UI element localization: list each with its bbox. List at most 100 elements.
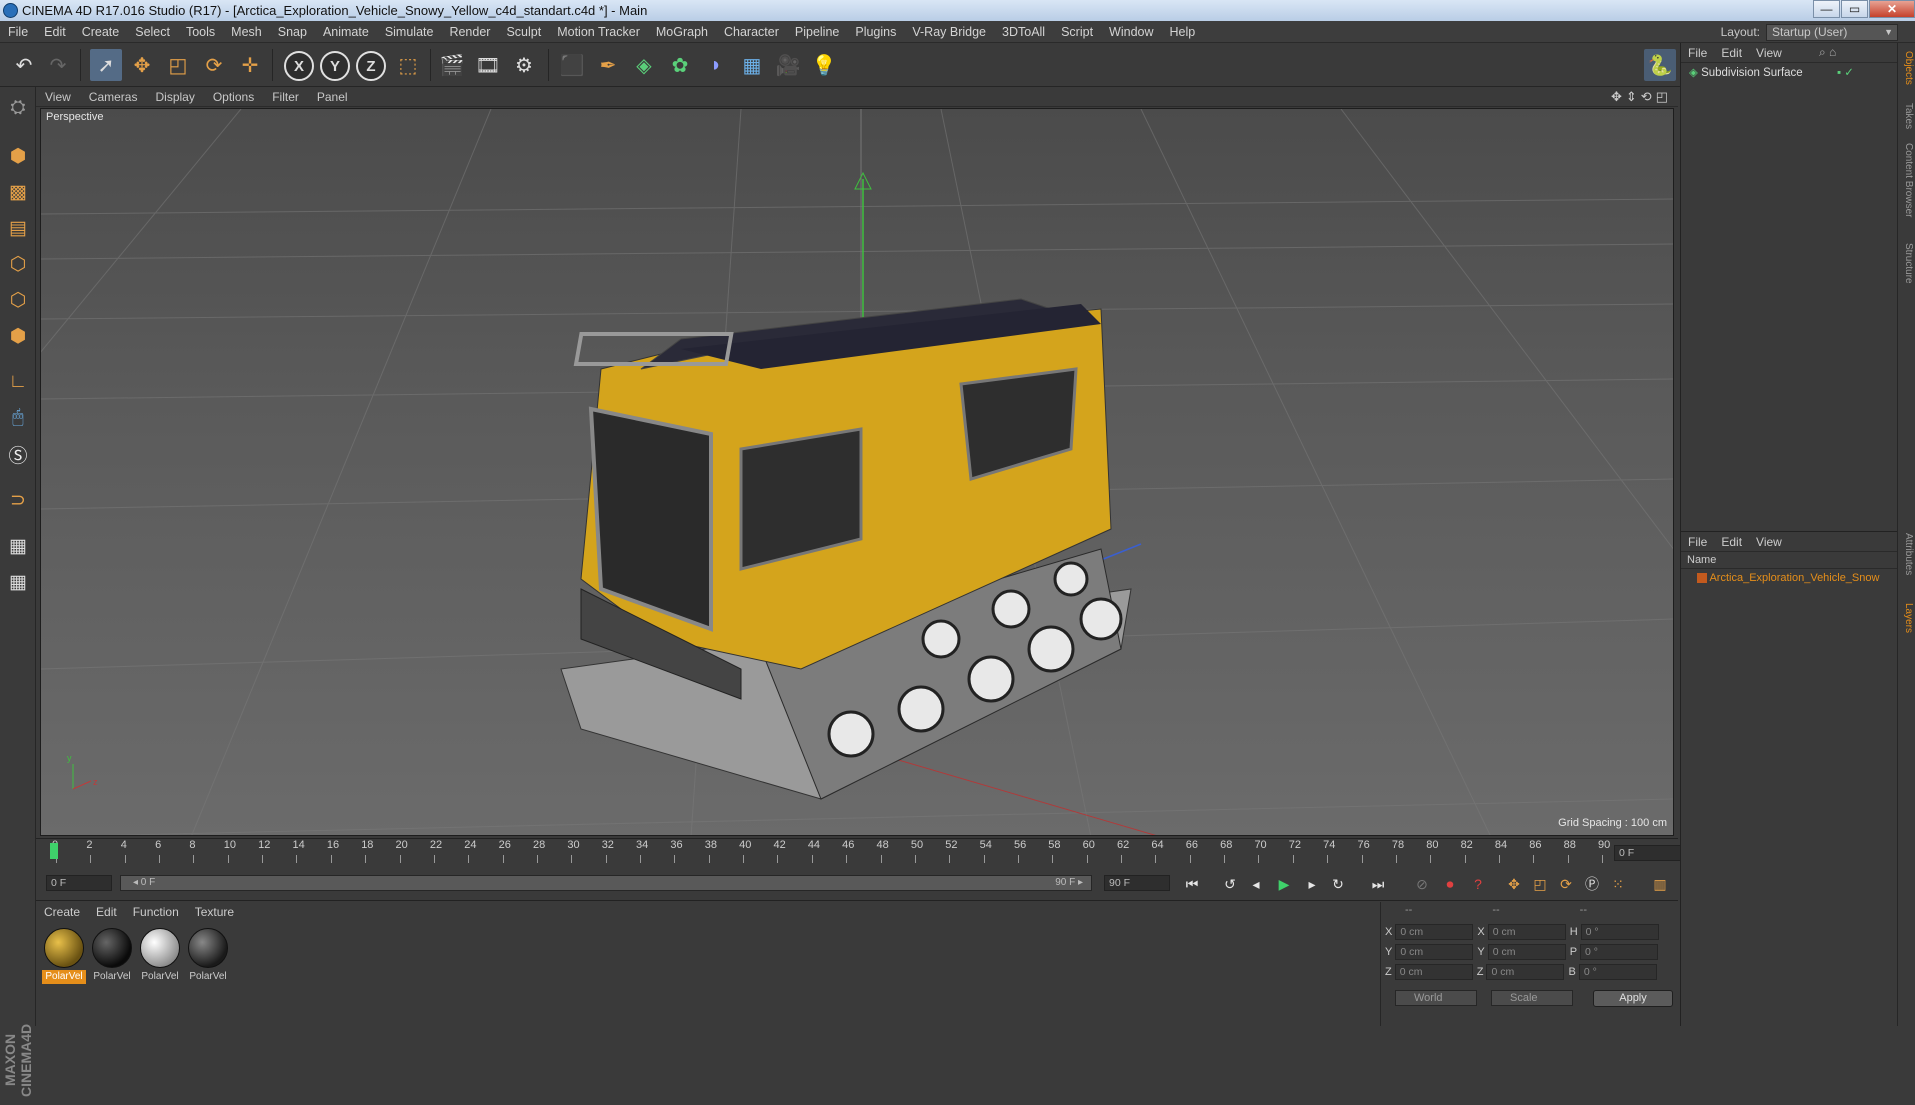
tab-takes[interactable]: Takes bbox=[1900, 103, 1914, 129]
layers-menu-file[interactable]: File bbox=[1681, 532, 1714, 552]
x-axis-lock-icon[interactable]: X bbox=[284, 51, 314, 81]
previous-frame-icon[interactable]: ◂ bbox=[1244, 874, 1268, 894]
tab-content-browser[interactable]: Content Browser bbox=[1900, 143, 1914, 217]
redo-icon[interactable]: ↷ bbox=[42, 49, 74, 81]
close-button[interactable]: ✕ bbox=[1869, 0, 1915, 18]
material-swatch[interactable]: PolarVel bbox=[90, 928, 134, 988]
material-swatch[interactable]: PolarVel bbox=[138, 928, 182, 988]
polygons-mode-icon[interactable]: ⬢ bbox=[3, 321, 33, 351]
workplane-mode-icon[interactable]: ▤ bbox=[3, 213, 33, 243]
z-axis-lock-icon[interactable]: Z bbox=[356, 51, 386, 81]
viewport-menu-filter[interactable]: Filter bbox=[263, 87, 308, 107]
key-parameter-icon[interactable]: Ⓟ bbox=[1580, 874, 1604, 894]
key-scale-icon[interactable]: ◰ bbox=[1528, 874, 1552, 894]
tab-structure[interactable]: Structure bbox=[1900, 243, 1914, 284]
viewport-menu-cameras[interactable]: Cameras bbox=[80, 87, 147, 107]
next-frame-icon[interactable]: ▸ bbox=[1300, 874, 1324, 894]
autokey-icon[interactable]: ⏺ bbox=[1438, 874, 1462, 894]
layers-menu-view[interactable]: View bbox=[1749, 532, 1789, 552]
viewport-menu-view[interactable]: View bbox=[36, 87, 80, 107]
subdivision-surface-icon[interactable]: ◈ bbox=[628, 49, 660, 81]
rotate-tool-icon[interactable]: ⟳ bbox=[198, 49, 230, 81]
menu-simulate[interactable]: Simulate bbox=[377, 21, 442, 43]
frame-range-slider[interactable]: ◂ 0 F 90 F ▸ bbox=[120, 875, 1092, 891]
goto-start-icon[interactable]: ⏮ bbox=[1180, 874, 1204, 894]
viewport-pan-icon[interactable]: ✥ bbox=[1611, 89, 1622, 105]
layout-select[interactable]: Startup (User) bbox=[1766, 23, 1898, 41]
undo-icon[interactable]: ↶ bbox=[8, 49, 40, 81]
material-menu-create[interactable]: Create bbox=[36, 902, 88, 922]
render-settings-icon[interactable]: ⚙ bbox=[508, 49, 540, 81]
keyframe-selection-icon[interactable]: ? bbox=[1466, 874, 1490, 894]
key-rotation-icon[interactable]: ⟳ bbox=[1554, 874, 1578, 894]
make-editable-icon[interactable]: ⛭ bbox=[3, 93, 33, 123]
live-selection-icon[interactable]: ➚ bbox=[90, 49, 122, 81]
position-x-field[interactable]: 0 cm bbox=[1395, 924, 1474, 940]
cube-primitive-icon[interactable]: ⬛ bbox=[556, 49, 588, 81]
rotation-p-field[interactable]: 0 ° bbox=[1580, 944, 1659, 960]
record-keys-icon[interactable]: ⊘ bbox=[1410, 874, 1434, 894]
menu-snap[interactable]: Snap bbox=[270, 21, 315, 43]
render-view-icon[interactable]: 🎬 bbox=[436, 49, 468, 81]
next-key-icon[interactable]: ↻ bbox=[1326, 874, 1350, 894]
goto-end-icon[interactable]: ⏭ bbox=[1366, 874, 1390, 894]
menu-mesh[interactable]: Mesh bbox=[223, 21, 270, 43]
play-icon[interactable]: ▶ bbox=[1272, 874, 1296, 894]
viewport-menu-display[interactable]: Display bbox=[146, 87, 203, 107]
camera-icon[interactable]: 🎥 bbox=[772, 49, 804, 81]
layer-row[interactable]: Arctica_Exploration_Vehicle_Snow bbox=[1681, 569, 1898, 587]
position-z-field[interactable]: 0 cm bbox=[1394, 964, 1473, 980]
menu-script[interactable]: Script bbox=[1053, 21, 1101, 43]
objects-menu-file[interactable]: File bbox=[1681, 43, 1714, 63]
viewport-zoom-icon[interactable]: ⇕ bbox=[1626, 89, 1637, 105]
previous-key-icon[interactable]: ↺ bbox=[1218, 874, 1242, 894]
workplane-icon[interactable]: ▦ bbox=[3, 567, 33, 597]
tab-objects[interactable]: Objects bbox=[1900, 51, 1914, 85]
floor-icon[interactable]: ▦ bbox=[736, 49, 768, 81]
menu-mograph[interactable]: MoGraph bbox=[648, 21, 716, 43]
menu-render[interactable]: Render bbox=[441, 21, 498, 43]
layers-menu-edit[interactable]: Edit bbox=[1714, 532, 1749, 552]
maximize-button[interactable]: ▭ bbox=[1841, 0, 1868, 18]
rotation-h-field[interactable]: 0 ° bbox=[1580, 924, 1659, 940]
size-z-field[interactable]: 0 cm bbox=[1486, 964, 1565, 980]
material-swatch[interactable]: PolarVel bbox=[42, 928, 86, 988]
menu-animate[interactable]: Animate bbox=[315, 21, 377, 43]
material-menu-edit[interactable]: Edit bbox=[88, 902, 125, 922]
current-frame-field[interactable]: 0 F bbox=[1614, 845, 1682, 861]
menu-plugins[interactable]: Plugins bbox=[847, 21, 904, 43]
transform-tool-icon[interactable]: ✛ bbox=[234, 49, 266, 81]
viewport-rotate-icon[interactable]: ⟲ bbox=[1641, 89, 1652, 105]
size-x-field[interactable]: 0 cm bbox=[1487, 924, 1566, 940]
menu-motion-tracker[interactable]: Motion Tracker bbox=[549, 21, 648, 43]
size-mode-dropdown[interactable]: Scale bbox=[1491, 990, 1573, 1006]
object-row-subdivision-surface[interactable]: ◈ Subdivision Surface ▪ ✓ bbox=[1681, 63, 1897, 83]
menu-tools[interactable]: Tools bbox=[178, 21, 223, 43]
scale-tool-icon[interactable]: ◰ bbox=[162, 49, 194, 81]
render-picture-viewer-icon[interactable]: 🎞 bbox=[472, 49, 504, 81]
position-y-field[interactable]: 0 cm bbox=[1395, 944, 1474, 960]
visibility-check-icon[interactable]: ▪ ✓ bbox=[1837, 63, 1854, 83]
menu-file[interactable]: File bbox=[0, 21, 36, 43]
viewport-menu-options[interactable]: Options bbox=[204, 87, 263, 107]
rotation-b-field[interactable]: 0 ° bbox=[1578, 964, 1657, 980]
points-mode-icon[interactable]: ⬡ bbox=[3, 249, 33, 279]
objects-menu-view[interactable]: View bbox=[1749, 43, 1789, 63]
tab-layers[interactable]: Layers bbox=[1900, 603, 1914, 633]
coordinate-space-dropdown[interactable]: World bbox=[1395, 990, 1477, 1006]
minimize-button[interactable]: — bbox=[1813, 0, 1840, 18]
texture-mode-icon[interactable]: ▩ bbox=[3, 177, 33, 207]
viewport-maximize-icon[interactable]: ◰ bbox=[1656, 89, 1668, 105]
coordinate-system-icon[interactable]: ⬚ bbox=[392, 49, 424, 81]
perspective-viewport[interactable]: y z Perspective Grid Spacing : 100 cm bbox=[40, 108, 1674, 836]
material-menu-texture[interactable]: Texture bbox=[187, 902, 242, 922]
model-mode-icon[interactable]: ⬢ bbox=[3, 141, 33, 171]
timeline-window-icon[interactable]: ▥ bbox=[1648, 874, 1672, 894]
start-frame-field[interactable]: 0 F bbox=[46, 875, 112, 891]
menu-sculpt[interactable]: Sculpt bbox=[498, 21, 549, 43]
end-frame-field[interactable]: 90 F bbox=[1104, 875, 1170, 891]
key-position-icon[interactable]: ✥ bbox=[1502, 874, 1526, 894]
cloner-icon[interactable]: ✿ bbox=[664, 49, 696, 81]
menu-pipeline[interactable]: Pipeline bbox=[787, 21, 847, 43]
axis-mode-icon[interactable]: ∟ bbox=[3, 367, 33, 397]
